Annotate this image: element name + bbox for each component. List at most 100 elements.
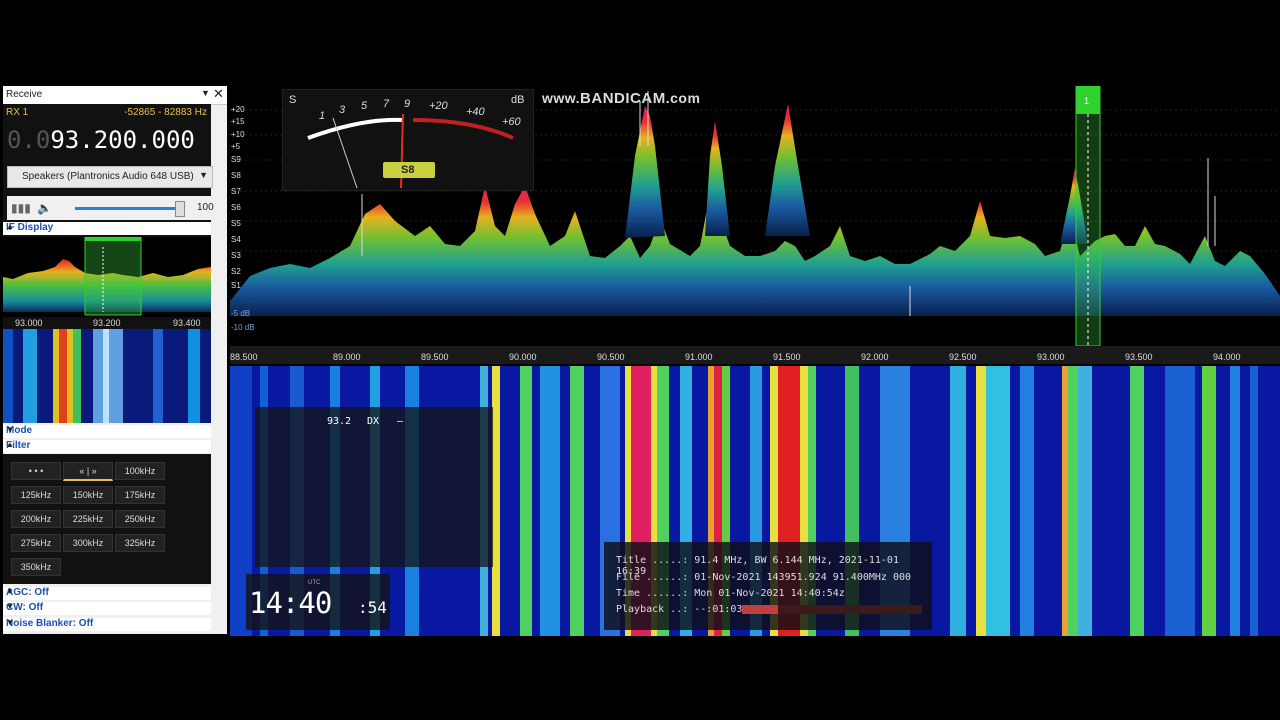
filter-button-175[interactable]: 175kHz <box>115 486 165 504</box>
expand-icon[interactable]: ▼ <box>6 587 207 596</box>
bandicam-watermark: www.BANDICAM.com <box>542 90 700 107</box>
db-label: -5 dB <box>231 309 251 318</box>
db-label: -10 dB <box>231 323 255 332</box>
filter-button-more[interactable]: • • • <box>11 462 61 480</box>
rds-panel: 93.2 DX – <box>255 407 493 567</box>
freq-label: 94.000 <box>1213 352 1241 362</box>
info-playback: Playback ..: --:01:03 <box>616 604 743 615</box>
volume-slider[interactable] <box>75 201 185 217</box>
waterfall-display[interactable]: 93.2 DX – UTC 14:40 :54 Title .....: 91.… <box>230 366 1280 636</box>
filter-button-100[interactable]: 100kHz <box>115 462 165 480</box>
s-meter-scale: 3 <box>339 104 346 116</box>
if-tick-label: 93.000 <box>15 318 43 328</box>
expand-icon[interactable]: ▼ <box>6 425 207 434</box>
recording-info-panel: Title .....: 91.4 MHz, BW 6.144 MHz, 202… <box>604 542 932 630</box>
s-meter-scale: +20 <box>429 100 448 112</box>
rds-frequency: 93.2 <box>327 416 352 427</box>
volume-value: 100 <box>197 202 214 213</box>
frequency-digits: 93.200.000 <box>50 126 195 154</box>
s-meter-scale: +40 <box>466 106 485 118</box>
s-label: +10 <box>231 130 245 139</box>
s-label: S6 <box>231 203 241 212</box>
s-label: S5 <box>231 219 241 228</box>
info-time: Time ......: Mon 01-Nov-2021 14:40:54z <box>616 588 845 599</box>
s-meter-db-label: dB <box>511 94 525 106</box>
s-label: S2 <box>231 267 241 276</box>
volume-knob[interactable] <box>174 201 185 217</box>
s-label: S4 <box>231 235 241 244</box>
dropdown-icon[interactable]: ▼ <box>201 88 210 98</box>
marker-label: 1 <box>1084 96 1090 106</box>
volume-fill <box>75 207 179 210</box>
filter-button-300[interactable]: 300kHz <box>63 534 113 552</box>
if-display-header[interactable]: IF Display ▲ <box>3 222 211 235</box>
filter-button-350[interactable]: 350kHz <box>11 558 61 576</box>
if-tick-label: 93.400 <box>173 318 201 328</box>
freq-label: 93.500 <box>1125 352 1153 362</box>
close-icon[interactable]: ✕ <box>213 86 224 102</box>
s-label: S1 <box>231 281 241 290</box>
filter-button-200[interactable]: 200kHz <box>11 510 61 528</box>
if-waterfall <box>3 329 211 423</box>
filter-buttons: • • • « | » 100kHz 125kHz 150kHz 175kHz … <box>3 454 211 584</box>
if-display[interactable]: 93.000 93.200 93.400 <box>3 236 211 423</box>
rx-range: -52865 - 82883 Hz <box>124 107 207 118</box>
freq-label: 93.000 <box>1037 352 1065 362</box>
filter-button-150[interactable]: 150kHz <box>63 486 113 504</box>
s-meter-scale: 5 <box>361 100 368 112</box>
audio-device-label: Speakers (Plantronics Audio 648 USB) <box>22 171 194 182</box>
filter-button-250[interactable]: 250kHz <box>115 510 165 528</box>
collapse-icon[interactable]: ▲ <box>6 222 207 231</box>
watermark-prefix: www. <box>542 90 581 106</box>
freq-label: 91.000 <box>685 352 713 362</box>
filter-header[interactable]: Filter ▲ <box>3 440 211 453</box>
freq-label: 92.500 <box>949 352 977 362</box>
watermark-brand: BANDICAM <box>580 90 666 107</box>
audio-device-select[interactable]: Speakers (Plantronics Audio 648 USB) ▼ <box>7 166 213 188</box>
s-label: +20 <box>231 105 245 114</box>
s-label: S3 <box>231 251 241 260</box>
playback-progress[interactable] <box>742 605 922 614</box>
info-file: File ......: 01-Nov-2021 143951.924 91.4… <box>616 572 912 583</box>
s-meter-s-label: S <box>289 94 297 106</box>
receive-panel-header: Receive ▼ ✕ <box>3 86 227 105</box>
equalizer-icon[interactable]: ▮▮▮ <box>11 201 31 215</box>
s-label: S9 <box>231 155 241 164</box>
if-spectrum <box>3 236 211 423</box>
filter-button-125[interactable]: 125kHz <box>11 486 61 504</box>
clock-seconds: :54 <box>358 598 387 617</box>
s-meter-reading: S8 <box>401 164 415 176</box>
mode-header[interactable]: Mode ▼ <box>3 425 211 438</box>
freq-label: 88.500 <box>230 352 258 362</box>
s-meter-scale: +60 <box>502 116 521 128</box>
s-meter-scale: 7 <box>383 98 390 110</box>
freq-label: 90.000 <box>509 352 537 362</box>
rds-text: – <box>397 416 404 427</box>
panel-title: Receive <box>6 89 43 100</box>
freq-label: 89.000 <box>333 352 361 362</box>
s-label: S8 <box>231 171 241 180</box>
filter-button-225[interactable]: 225kHz <box>63 510 113 528</box>
filter-button-325[interactable]: 325kHz <box>115 534 165 552</box>
cw-header[interactable]: CW: Off ▼ <box>3 602 211 615</box>
playback-progress-fill <box>742 605 778 614</box>
agc-header[interactable]: AGC: Off ▼ <box>3 587 211 600</box>
frequency-display[interactable]: 0.093.200.000 <box>7 126 195 154</box>
frequency-dim-digits: 0.0 <box>7 126 51 154</box>
noise-blanker-header[interactable]: Noise Blanker: Off ▼ <box>3 618 211 631</box>
filter-button-275[interactable]: 275kHz <box>11 534 61 552</box>
freq-label: 90.500 <box>597 352 625 362</box>
expand-icon[interactable]: ▼ <box>6 618 207 627</box>
filter-button-variable[interactable]: « | » <box>63 462 113 481</box>
speaker-icon[interactable]: 🔈 <box>37 201 52 215</box>
s-meter-scale: 1 <box>319 110 326 122</box>
s-label: +5 <box>231 142 241 151</box>
expand-icon[interactable]: ▼ <box>6 602 207 611</box>
spectrum-display[interactable]: 1 +20 +15 +10 +5 S9 S8 S7 S6 S5 S4 S3 S2… <box>230 86 1280 364</box>
collapse-icon[interactable]: ▲ <box>6 440 207 449</box>
freq-label: 92.000 <box>861 352 889 362</box>
chevron-down-icon: ▼ <box>199 170 208 180</box>
if-frequency-axis: 93.000 93.200 93.400 <box>3 317 211 329</box>
audio-row: ▮▮▮ 🔈 100 <box>7 196 214 220</box>
watermark-suffix: .com <box>665 90 701 106</box>
